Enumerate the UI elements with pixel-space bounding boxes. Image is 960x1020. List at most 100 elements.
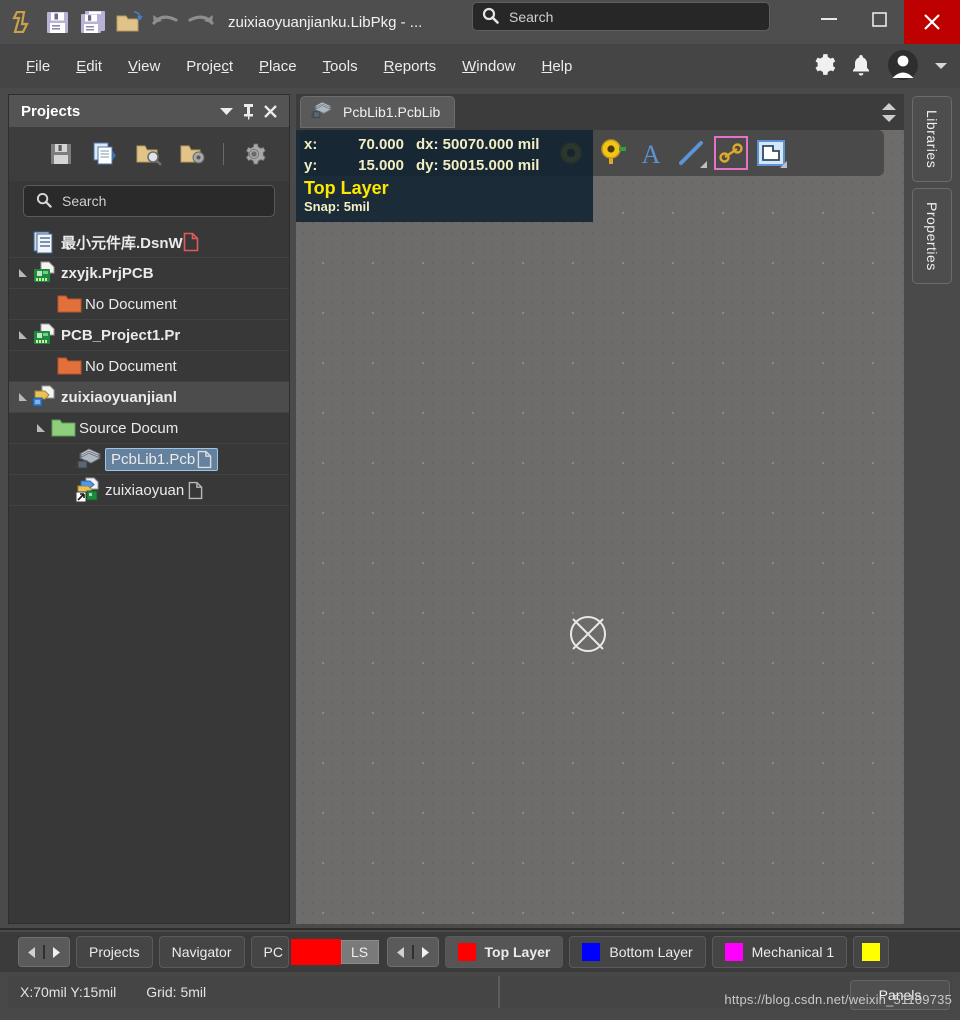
tree-item-pcb-project1[interactable]: PCB_Project1.Pr (9, 320, 289, 351)
global-search-box[interactable]: Search (472, 2, 770, 31)
green-folder-icon (49, 418, 79, 438)
coordinate-overlay: x: 70.000 dx: 50070.000 mil y: 15.000 dy… (296, 130, 593, 222)
tree-item-source-documents[interactable]: Source Docum (9, 413, 289, 444)
menu-help[interactable]: Help (530, 54, 585, 79)
scroll-up-icon[interactable] (881, 102, 897, 111)
status-coordinates: X:70mil Y:15mil (20, 984, 117, 1000)
pcb-project-icon (31, 261, 61, 285)
menu-window[interactable]: Window (450, 54, 527, 79)
pin-icon[interactable] (237, 100, 259, 122)
tree-item-pcblib1[interactable]: PcbLib1.Pcb (9, 444, 289, 475)
projects-panel-title: Projects (21, 102, 81, 120)
tree-item-zxyjk-project[interactable]: zxyjk.PrjPCB (9, 258, 289, 289)
project-options-icon[interactable] (179, 140, 207, 168)
user-avatar-icon[interactable] (886, 48, 920, 85)
layer-tab-scroll-buttons[interactable] (386, 937, 439, 967)
tree-item-schlib[interactable]: zuixiaoyuan (9, 475, 289, 506)
open-project-search-icon[interactable] (135, 140, 163, 168)
layer-sets-button[interactable]: LS (340, 940, 379, 964)
tree-item-libpkg[interactable]: zuixiaoyuanjianl (9, 382, 289, 413)
arrow-left-icon[interactable] (396, 946, 406, 959)
panel-tab-pc[interactable]: PC (250, 936, 289, 968)
layer-tab-top-layer[interactable]: Top Layer (444, 936, 564, 968)
twisty-open-icon[interactable] (15, 392, 31, 402)
global-search-placeholder: Search (509, 8, 554, 25)
menu-file[interactable]: File (14, 54, 62, 79)
twisty-open-icon[interactable] (15, 268, 31, 278)
status-divider (498, 976, 500, 1008)
minimize-button[interactable] (804, 0, 854, 38)
document-tab-pcblib1[interactable]: PcbLib1.PcbLib (300, 96, 456, 128)
coord-dx-label: dx: 50070.000 mil (416, 136, 540, 153)
panel-tab-projects[interactable]: Projects (76, 936, 153, 968)
tree-item-label: PcbLib1.Pcb (111, 450, 196, 468)
collapse-chevron-icon[interactable] (215, 100, 237, 122)
tab-libraries[interactable]: Libraries (912, 96, 952, 182)
string-icon[interactable]: A (634, 136, 668, 170)
altium-designer-window: zuixiaoyuanjianku.LibPkg - ... Search Fi… (0, 0, 960, 1020)
save-all-icon[interactable] (76, 5, 110, 39)
layer-color-selector[interactable]: LS (290, 939, 379, 965)
bell-icon[interactable] (850, 53, 872, 80)
line-icon[interactable] (674, 136, 708, 170)
coord-x-value: 70.000 (358, 136, 404, 153)
projects-search-input[interactable]: Search (23, 185, 275, 217)
dropdown-corner-icon[interactable] (780, 161, 787, 168)
copy-documents-icon[interactable] (91, 140, 119, 168)
gear-icon[interactable] (811, 52, 836, 80)
arrow-right-icon[interactable] (420, 946, 430, 959)
dropdown-corner-icon[interactable] (700, 161, 707, 168)
twisty-open-icon[interactable] (33, 423, 49, 433)
layer-tab-bottom-layer[interactable]: Bottom Layer (569, 936, 706, 968)
schlib-icon (75, 477, 105, 503)
menu-view[interactable]: View (116, 54, 172, 79)
window-controls (804, 0, 960, 44)
document-glyph-icon (197, 450, 212, 468)
undo-icon[interactable] (148, 5, 182, 39)
board-region-icon[interactable] (754, 136, 788, 170)
menu-place[interactable]: Place (247, 54, 309, 79)
tab-properties[interactable]: Properties (912, 188, 952, 284)
arrow-left-icon[interactable] (27, 946, 37, 959)
via-icon[interactable] (594, 136, 628, 170)
menu-tools[interactable]: Tools (311, 54, 370, 79)
layer-tab-mechanical-1[interactable]: Mechanical 1 (711, 936, 848, 968)
pcblib-icon (311, 101, 335, 124)
maximize-button[interactable] (854, 0, 904, 38)
panel-tab-scroll-buttons[interactable] (18, 937, 70, 967)
window-title: zuixiaoyuanjianku.LibPkg - ... (228, 13, 423, 31)
close-button[interactable] (904, 0, 960, 44)
tab-scroll-buttons[interactable] (878, 96, 900, 128)
workspace-icon (31, 230, 61, 254)
chevron-down-icon[interactable] (934, 59, 948, 74)
open-folder-icon[interactable] (112, 5, 146, 39)
menu-reports[interactable]: Reports (372, 54, 449, 79)
pcb-canvas[interactable] (296, 130, 904, 924)
save-icon[interactable] (40, 5, 74, 39)
scroll-down-icon[interactable] (881, 114, 897, 123)
twisty-open-icon[interactable] (15, 330, 31, 340)
origin-marker-icon (570, 616, 606, 652)
tree-item-workspace[interactable]: 最小元件库.DsnW (9, 227, 289, 258)
layer-color-swatch-top (457, 943, 476, 961)
tree-item-no-document-1[interactable]: No Document (9, 289, 289, 320)
projects-panel-toolbar (9, 127, 289, 181)
altium-logo-icon (4, 5, 38, 39)
close-icon[interactable] (259, 100, 281, 122)
save-icon[interactable] (47, 140, 75, 168)
coord-y-value: 15.000 (358, 157, 404, 174)
menu-project[interactable]: Project (174, 54, 245, 79)
layer-tab-next[interactable] (853, 936, 890, 968)
active-layer-color-swatch[interactable] (290, 939, 341, 965)
layer-tab-label: Mechanical 1 (751, 944, 835, 960)
arrow-right-icon[interactable] (51, 946, 61, 959)
menu-edit[interactable]: Edit (64, 54, 114, 79)
settings-gear-icon[interactable] (240, 140, 268, 168)
document-tab-strip: PcbLib1.PcbLib (296, 94, 904, 130)
document-tab-label: PcbLib1.PcbLib (343, 104, 441, 120)
panel-tab-navigator[interactable]: Navigator (158, 936, 245, 968)
tree-item-no-document-2[interactable]: No Document (9, 351, 289, 382)
redo-icon[interactable] (184, 5, 218, 39)
track-icon[interactable] (714, 136, 748, 170)
title-bar: zuixiaoyuanjianku.LibPkg - ... Search (0, 0, 960, 44)
